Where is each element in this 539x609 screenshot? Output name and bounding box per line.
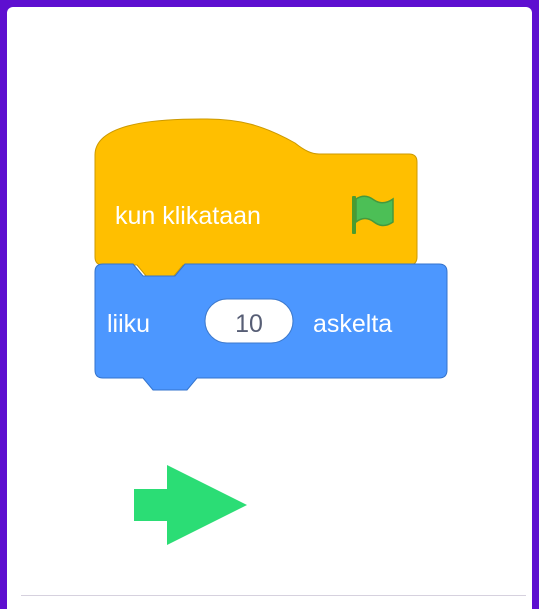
code-area: kun klikataan liiku 10 askelta <box>94 118 448 545</box>
hat-block-label: kun klikataan <box>115 202 261 230</box>
bottom-divider <box>21 595 526 596</box>
steps-input-value: 10 <box>235 310 263 338</box>
move-steps-block[interactable]: liiku 10 askelta <box>94 263 448 391</box>
right-arrow-icon <box>134 465 247 545</box>
when-flag-clicked-block[interactable]: kun klikataan <box>94 118 418 278</box>
motion-block-label-askelta: askelta <box>313 310 392 338</box>
steps-input[interactable]: 10 <box>204 298 294 344</box>
exercise-card: kun klikataan liiku 10 askelta <box>7 7 532 609</box>
motion-block-label-liiku: liiku <box>107 310 150 338</box>
